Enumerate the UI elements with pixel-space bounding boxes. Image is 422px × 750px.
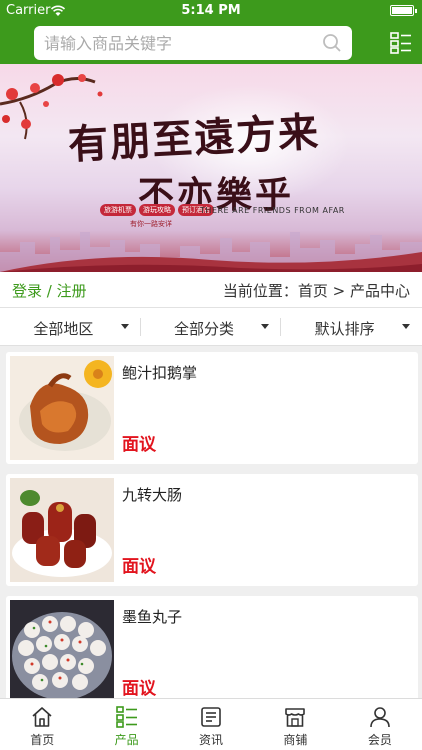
search-icon[interactable] <box>322 33 342 53</box>
caret-down-icon <box>261 324 270 329</box>
product-name: 墨鱼丸子 <box>122 608 183 626</box>
tab-label: 产品 <box>114 733 139 747</box>
filter-label: 全部分类 <box>174 320 235 338</box>
search-input[interactable] <box>44 30 314 56</box>
product-price: 面议 <box>122 679 156 698</box>
list-icon <box>115 706 137 728</box>
filter-region-dropdown[interactable]: 全部地区 <box>0 308 141 346</box>
product-price: 面议 <box>122 435 156 455</box>
caret-down-icon <box>402 324 411 329</box>
search-box[interactable] <box>34 26 352 60</box>
city-skyline <box>0 232 422 272</box>
tab-news[interactable]: 资讯 <box>169 699 253 750</box>
breadcrumb: 当前位置：首页 > 产品中心 <box>222 282 410 300</box>
login-register-link[interactable]: 登录 / 注册 <box>12 280 87 301</box>
tab-home[interactable]: 首页 <box>0 699 84 750</box>
filter-label: 全部地区 <box>33 320 94 338</box>
news-icon <box>201 707 221 727</box>
product-price: 面议 <box>122 557 156 577</box>
battery-icon <box>390 5 417 16</box>
shop-icon <box>285 708 306 727</box>
bottom-tab-bar: 首页 产品 资讯 商铺 会员 <box>0 698 422 750</box>
tab-label: 会员 <box>367 733 392 747</box>
home-icon <box>32 707 52 727</box>
filter-label: 默认排序 <box>314 320 375 338</box>
status-time: 5:14 PM <box>181 3 241 18</box>
product-image <box>10 356 114 460</box>
product-card[interactable]: 墨鱼丸子 面议 <box>6 596 418 698</box>
tab-shop[interactable]: 商铺 <box>253 699 337 750</box>
user-icon <box>370 707 390 728</box>
product-name: 九转大肠 <box>122 486 183 504</box>
product-name: 鲍汁扣鹅掌 <box>122 364 198 382</box>
promo-banner[interactable]: 有朋至遠方来 不亦樂乎 旅游机票 游玩攻略 预订酒店 THERE ARE FRI… <box>0 64 422 272</box>
product-list: 鲍汁扣鹅掌 面议 九转大肠 面议 墨鱼丸子 面议 <box>0 352 422 698</box>
product-card[interactable]: 九转大肠 面议 <box>6 474 418 586</box>
app-header: Carrier 5:14 PM <box>0 0 422 64</box>
tab-label: 首页 <box>30 733 55 747</box>
caret-down-icon <box>120 324 129 329</box>
filter-category-dropdown[interactable]: 全部分类 <box>141 308 282 346</box>
filter-bar: 全部地区 全部分类 默认排序 <box>0 308 422 346</box>
tab-member[interactable]: 会员 <box>338 699 422 750</box>
product-card[interactable]: 鲍汁扣鹅掌 面议 <box>6 352 418 464</box>
tab-label: 资讯 <box>199 733 224 747</box>
product-image <box>10 478 114 582</box>
product-image <box>10 600 114 698</box>
filter-sort-dropdown[interactable]: 默认排序 <box>281 308 422 346</box>
tab-label: 商铺 <box>283 733 308 747</box>
category-menu-icon[interactable] <box>390 32 412 54</box>
tab-products[interactable]: 产品 <box>84 699 168 750</box>
status-bar: Carrier 5:14 PM <box>0 0 422 22</box>
breadcrumb-bar: 登录 / 注册 当前位置：首页 > 产品中心 <box>0 272 422 308</box>
